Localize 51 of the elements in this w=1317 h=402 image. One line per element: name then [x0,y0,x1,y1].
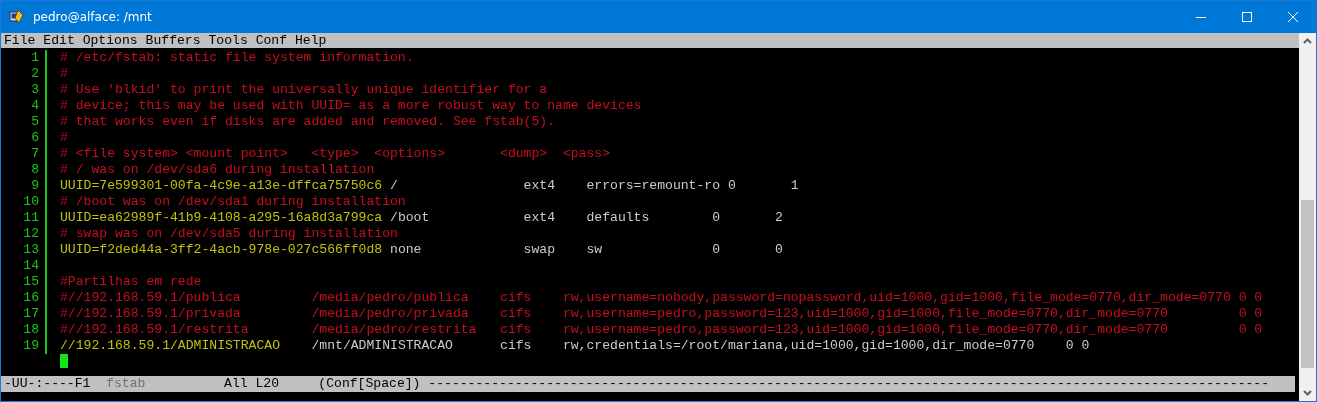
line-number: 15 [22,274,39,290]
menu-item[interactable]: Tools [208,34,248,47]
code-line: # swap was on /dev/sda5 during installation [60,226,398,242]
menu-item[interactable]: Edit [43,34,75,47]
menu-item[interactable]: Help [295,34,327,47]
code-line: # that works even if disks are added and removed. See fstab(5). [60,114,556,130]
code-line: #Partilhas em rede [60,274,202,290]
text-cursor [60,354,68,368]
line-number: 7 [30,146,39,162]
line-number: 4 [30,98,39,114]
code-line: UUID=7e599301-00fa-4c9e-a13e-dffca75750c6 / ext4 errors=remount-ro 0 1 [60,178,799,194]
code-line: # <file system> <mount point> <type> <options> <dump> <pass> [60,146,611,162]
menu-item[interactable]: Conf [255,34,288,47]
window-title: pedro@alface: /mnt [33,9,152,26]
code-line: # device; this may be used with UUID= as a more robust way to name devices [60,98,642,114]
terminal-app-icon [9,9,25,25]
close-icon [1288,12,1298,22]
code-line: UUID=f2ded44a-3ff2-4acb-978e-027c566ff0d8 none swap sw 0 0 [60,242,783,258]
code-line: # /boot was on /dev/sda1 during installation [60,194,406,210]
code-line: #//192.168.59.1/restrita /media/pedro/restrita cifs rw,username=pedro,password=123,uid=1000,gid=1000,file_mode=0770,dir_mode=0770 0 0 [60,322,1263,338]
line-number: 13 [22,242,39,258]
menu-item[interactable]: Buffers [145,34,201,47]
code-line: # Use 'blkid' to print the universally unique identifier for a [60,82,548,98]
line-number: 6 [30,130,39,146]
menu-item[interactable]: Options [82,34,138,47]
line-number: 2 [30,66,39,82]
maximize-icon [1242,12,1252,22]
line-number: 11 [22,210,39,226]
menu-item[interactable]: File [4,34,36,47]
scroll-thumb[interactable] [1301,200,1314,368]
line-number: 8 [30,162,39,178]
line-number: 10 [22,194,39,210]
code-line: UUID=ea62989f-41b9-4108-a295-16a8d3a799ca /boot ext4 defaults 0 2 [60,210,783,226]
line-number: 12 [22,226,39,242]
code-line: #//192.168.59.1/publica /media/pedro/publica cifs rw,username=nobody,password=nopassword,uid=1000,gid=1000,file_mode=0770,dir_mode=0770 0 0 [60,290,1263,306]
code-line: # /etc/fstab: static file system information. [60,50,414,66]
code-line: # [60,66,68,82]
line-number: 9 [30,178,39,194]
code-line: # / was on /dev/sda6 during installation [60,162,375,178]
line-number: 1 [30,50,39,66]
line-number: 3 [30,82,39,98]
line-number: 5 [30,114,39,130]
line-number: 19 [22,338,39,354]
code-line: # [60,130,68,146]
code-line: //192.168.59.1/ADMINISTRACAO /mnt/ADMINISTRACAO cifs rw,credentials=/root/mariana,uid=1000,gid=1000,dir_mode=0770 0 0 [60,338,1090,354]
code-line: #//192.168.59.1/privada /media/pedro/privada cifs rw,username=pedro,password=123,uid=1000,gid=1000,file_mode=0770,dir_mode=0770 0 0 [60,306,1263,322]
line-number: 18 [22,322,39,338]
line-number: 14 [22,258,39,274]
line-number: 16 [22,290,39,306]
scrollbar[interactable] [1299,33,1316,401]
line-number: 17 [22,306,39,322]
